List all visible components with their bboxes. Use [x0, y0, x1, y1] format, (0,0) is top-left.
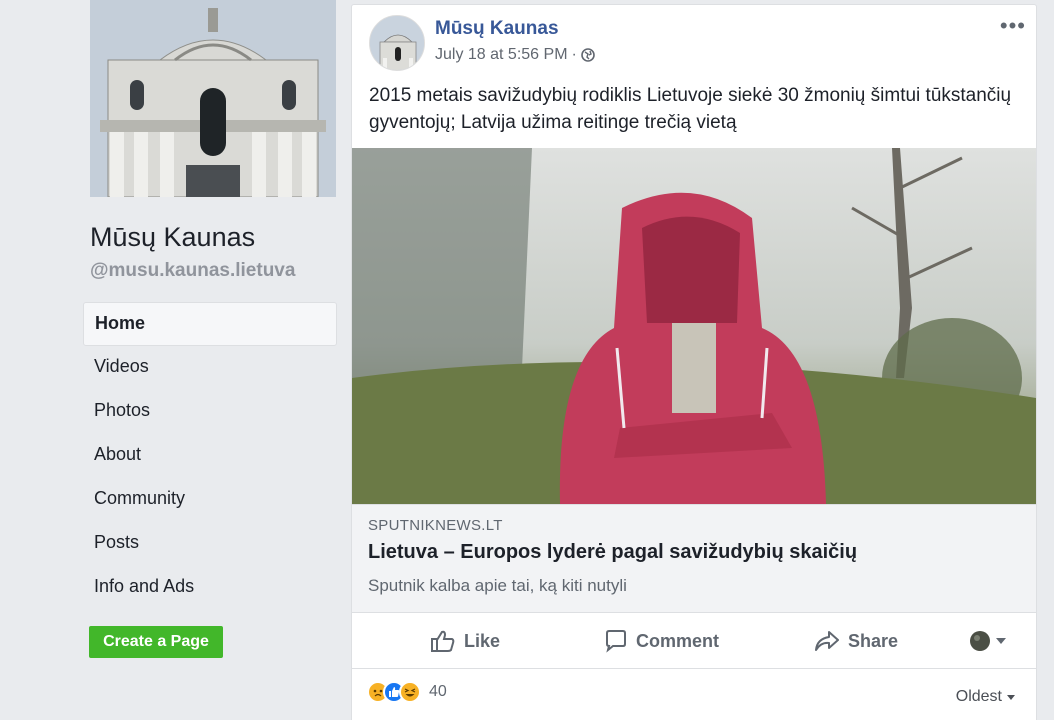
page-name[interactable]: Mūsų Kaunas	[90, 222, 255, 253]
post-card: Mūsų Kaunas July 18 at 5:56 PM · ••• 201…	[351, 4, 1037, 720]
nav-item-posts[interactable]: Posts	[83, 522, 337, 566]
chevron-down-icon	[1007, 695, 1015, 700]
church-avatar-icon	[370, 16, 424, 70]
nav-item-videos[interactable]: Videos	[83, 346, 337, 390]
church-illustration	[90, 0, 336, 197]
nav-item-photos[interactable]: Photos	[83, 390, 337, 434]
share-button[interactable]: Share	[814, 613, 898, 669]
nav-item-info-and-ads[interactable]: Info and Ads	[83, 566, 337, 610]
comment-sort-dropdown[interactable]: Oldest	[956, 688, 1016, 706]
post-timestamp[interactable]: July 18 at 5:56 PM	[435, 46, 568, 64]
thumbs-up-icon	[431, 630, 455, 652]
globe-icon[interactable]	[581, 48, 595, 62]
page-nav: Home Videos Photos About Community Posts…	[83, 302, 337, 610]
link-domain: SPUTNIKNEWS.LT	[368, 517, 503, 534]
more-options-icon[interactable]: •••	[1000, 13, 1026, 39]
avatar[interactable]	[369, 15, 425, 71]
post-actions: Like Comment Share	[352, 613, 1036, 669]
page-handle[interactable]: @musu.kaunas.lietuva	[90, 260, 295, 282]
like-label: Like	[464, 630, 501, 651]
nav-item-community[interactable]: Community	[83, 478, 337, 522]
comment-icon	[606, 630, 626, 653]
nav-item-home[interactable]: Home	[83, 302, 337, 346]
like-button[interactable]: Like	[430, 613, 500, 669]
comment-label: Comment	[636, 630, 720, 651]
post-author[interactable]: Mūsų Kaunas	[435, 18, 559, 40]
meta-separator: ·	[571, 46, 577, 63]
link-description: Sputnik kalba apie tai, ką kiti nutyli	[368, 576, 627, 595]
link-title[interactable]: Lietuva – Europos lyderė pagal savižudyb…	[368, 541, 857, 564]
chevron-down-icon	[996, 638, 1006, 644]
haha-reaction-icon	[399, 681, 421, 703]
reaction-count: 40	[429, 683, 447, 700]
share-icon	[815, 631, 839, 651]
nav-item-about[interactable]: About	[83, 434, 337, 478]
comment-button[interactable]: Comment	[604, 613, 719, 669]
link-preview-meta[interactable]: SPUTNIKNEWS.LT Lietuva – Europos lyderė …	[352, 504, 1036, 613]
sort-label: Oldest	[955, 688, 1002, 705]
reaction-summary[interactable]: 40	[367, 681, 447, 703]
link-preview-image[interactable]	[352, 148, 1036, 504]
profile-thumb-icon	[970, 631, 990, 651]
post-text: 2015 metais savižudybių rodiklis Lietuvo…	[369, 85, 1012, 133]
create-page-button[interactable]: Create a Page	[89, 626, 223, 658]
hooded-person-image	[352, 148, 1036, 504]
post-meta: July 18 at 5:56 PM ·	[435, 46, 595, 64]
share-label: Share	[848, 630, 899, 651]
cover-photo[interactable]	[90, 0, 336, 197]
audience-selector[interactable]	[969, 613, 1007, 669]
